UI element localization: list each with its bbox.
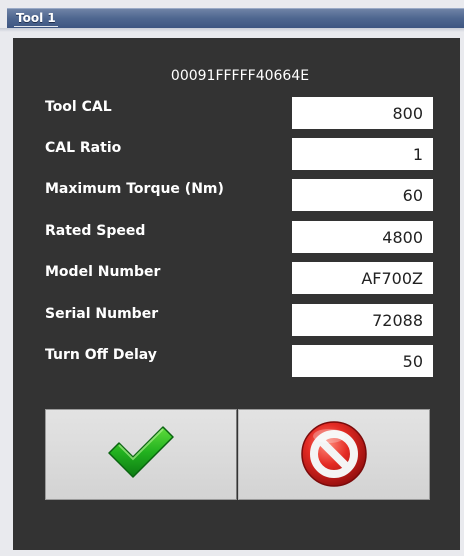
title-bar[interactable]: Tool 1 bbox=[7, 8, 464, 29]
title-bar-shade bbox=[0, 28, 464, 32]
model-number-label: Model Number bbox=[45, 264, 161, 280]
cancel-button[interactable] bbox=[238, 409, 430, 500]
rated-speed-label: Rated Speed bbox=[45, 223, 146, 239]
turn-off-delay-field[interactable]: 50 bbox=[292, 345, 433, 377]
cal-ratio-label: CAL Ratio bbox=[45, 140, 122, 156]
serial-number-field[interactable]: 72088 bbox=[292, 304, 433, 336]
tool-cal-label: Tool CAL bbox=[45, 99, 112, 115]
turn-off-delay-label: Turn Off Delay bbox=[45, 347, 157, 363]
tool-settings-panel: 00091FFFFF40664E Tool CAL 800 CAL Ratio … bbox=[13, 38, 460, 550]
tool-cal-field[interactable]: 800 bbox=[292, 97, 433, 129]
rated-speed-field[interactable]: 4800 bbox=[292, 221, 433, 253]
confirm-button[interactable] bbox=[45, 409, 237, 500]
red-no-entry-icon bbox=[299, 418, 369, 492]
model-number-field[interactable]: AF700Z bbox=[292, 262, 433, 294]
cal-ratio-field[interactable]: 1 bbox=[292, 138, 433, 170]
device-id: 00091FFFFF40664E bbox=[170, 68, 310, 84]
maximum-torque-field[interactable]: 60 bbox=[292, 179, 433, 211]
title-underline bbox=[14, 26, 58, 27]
dialog-window: Tool 1 00091FFFFF40664E Tool CAL 800 CAL… bbox=[0, 0, 464, 556]
green-checkmark-icon bbox=[105, 423, 177, 487]
window-title: Tool 1 bbox=[16, 11, 56, 25]
maximum-torque-label: Maximum Torque (Nm) bbox=[45, 181, 224, 197]
serial-number-label: Serial Number bbox=[45, 306, 159, 322]
